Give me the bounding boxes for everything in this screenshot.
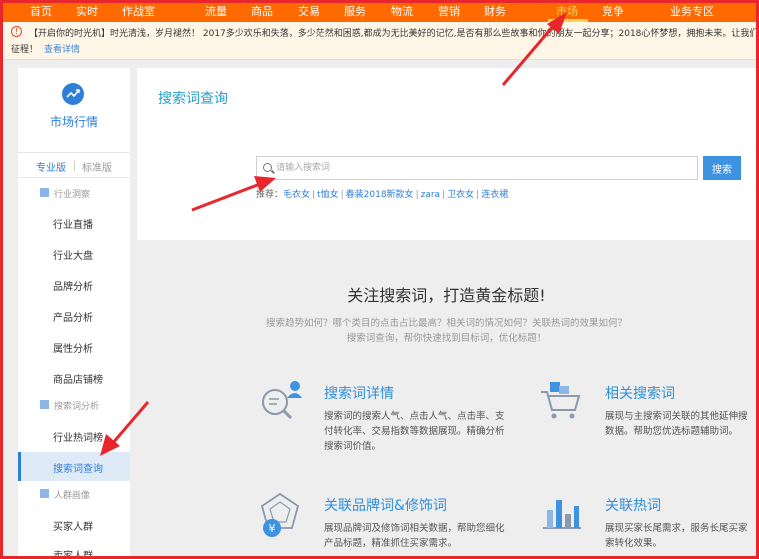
radar-yen-icon: ¥ [258,490,302,537]
nav-item-realtime[interactable]: 实时 [76,3,98,19]
notice-detail-link[interactable]: 查看详情 [44,45,80,55]
building-icon [40,188,49,197]
nav-item-logistics[interactable]: 物流 [391,3,413,19]
search-box [256,156,698,180]
feature-desc: 展现买家长尾需求，服务长尾买家 索转化效果。 [605,523,748,549]
sidebar-item-industry-live[interactable]: 行业直播 [18,208,130,237]
recommended-keywords: 推荐：毛衣女 | t恤女 | 春装2018新款女 | zara | 卫衣女 | 连衣裙 [256,190,509,200]
sidebar-group-crowd: 人群画像 [18,483,130,505]
version-tab-standard[interactable]: 标准版 [82,159,112,174]
alert-icon: ! [11,26,22,37]
annotation-arrow-market [501,12,567,86]
feature-title: 关联热词 [605,498,661,514]
notice-text-continued: 征程！ 查看详情 [11,45,81,55]
search-button[interactable]: 搜索 [703,156,741,180]
sidebar-item-brand[interactable]: 品牌分析 [18,270,130,299]
search-person-icon [258,378,302,422]
notice-text: 【开启你的时光机】时光清浅，岁月褪然！ 2017多少欢乐和失落，多少茫然和困惑,… [29,29,759,39]
reco-keyword[interactable]: 卫衣女 [447,190,474,200]
market-trend-icon [62,83,84,105]
nav-item-competition[interactable]: 竞争 [602,3,624,19]
search-icon [263,163,272,172]
intro-subline: 搜索趋势如何？哪个类目的点击占比最高？相关词的情况如何？关联热词的效果如何？ [265,318,627,329]
annotation-arrow-sidebar [100,401,150,456]
sidebar-item-seller-crowd[interactable]: 卖家人群 [18,539,130,559]
intro-subline: 搜索词查询，帮你快速找到目标词，优化标题！ [346,333,547,344]
reco-keyword[interactable]: zara [421,190,440,200]
top-nav: 首页 实时 作战室 流量 商品 交易 服务 物流 营销 财务 市场 竞争 业务专… [0,0,759,22]
search-input[interactable] [276,160,686,176]
feature-desc: 展现品牌词及修饰词相关数据，帮助您细化 产品标题，精准抓住买家需求。 [324,523,505,549]
nav-item-business-zone[interactable]: 业务专区 [670,3,714,19]
svg-text:¥: ¥ [269,522,276,535]
sidebar-title: 市场行情 [49,115,98,129]
sidebar-item-attribute[interactable]: 属性分析 [18,332,130,361]
feature-title: 关联品牌词&修饰词 [324,498,447,514]
version-switch: 专业版 标准版 [18,152,130,178]
sidebar-item-product[interactable]: 产品分析 [18,301,130,330]
nav-item-service[interactable]: 服务 [344,3,366,19]
notice-bar: ! 【开启你的时光机】时光清浅，岁月褪然！ 2017多少欢乐和失落，多少茫然和困… [3,22,759,60]
reco-keyword[interactable]: 毛衣女 [283,190,310,200]
nav-item-home[interactable]: 首页 [30,3,52,19]
building-icon [40,489,49,498]
feature-title: 相关搜索词 [605,386,675,402]
feature-desc: 展现与主搜索词关联的其他延伸搜 数据。帮助您优选标题辅助词。 [605,411,748,437]
page-title: 搜索词查询 [158,91,228,107]
sidebar: 市场行情 专业版 标准版 行业洞察 行业直播 行业大盘 品牌分析 产品分析 属性… [18,68,130,559]
cart-icon [539,378,583,422]
bar-chart-icon [539,490,583,534]
feature-title: 搜索词详情 [324,386,394,402]
feature-desc: 搜索词的搜索人气、点击人气、点击率、支 付转化率、交易指数等数据展现。精确分析 … [324,411,505,452]
sidebar-item-industry-board[interactable]: 行业大盘 [18,239,130,268]
nav-item-marketing[interactable]: 营销 [438,3,460,19]
version-tab-pro[interactable]: 专业版 [36,159,66,174]
reco-keyword[interactable]: 春装2018新款女 [346,190,414,200]
reco-keyword[interactable]: 连衣裙 [481,190,508,200]
sidebar-group-industry: 行业洞察 [18,182,130,204]
nav-item-product[interactable]: 商品 [251,3,273,19]
nav-item-traffic[interactable]: 流量 [205,3,227,19]
nav-item-trade[interactable]: 交易 [298,3,320,19]
sidebar-item-shop-rank[interactable]: 商品店铺榜 [18,363,130,392]
reco-keyword[interactable]: t恤女 [317,190,339,200]
nav-item-warroom[interactable]: 作战室 [122,3,155,19]
annotation-arrow-search [191,176,276,212]
intro-headline: 关注搜索词，打造黄金标题! [347,286,546,305]
sidebar-item-buyer-crowd[interactable]: 买家人群 [18,510,130,539]
version-divider [74,161,75,171]
building-icon [40,400,49,409]
